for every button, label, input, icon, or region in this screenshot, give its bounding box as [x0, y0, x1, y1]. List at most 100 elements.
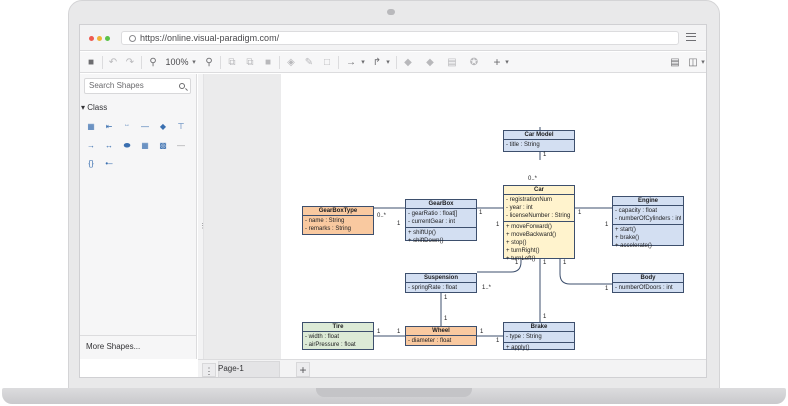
site-info-icon[interactable] — [129, 35, 136, 42]
diagram-canvas[interactable]: Car Model - title : String Car - registr… — [281, 74, 706, 359]
realization-shape-icon[interactable]: •– — [102, 158, 116, 170]
anchor-shape-icon[interactable]: — — [174, 140, 188, 152]
shadow-icon[interactable]: □ — [320, 55, 334, 70]
insert-dropdown-icon[interactable]: ▾ — [503, 55, 511, 70]
class-engine[interactable]: Engine - capacity : float - numberOfCyli… — [612, 196, 684, 249]
zoom-level[interactable]: 100% — [164, 55, 190, 70]
line-color-icon[interactable]: ✎ — [302, 55, 316, 70]
class-name: GearBoxType — [303, 207, 373, 216]
screen: https://online.visual-paradigm.com/ ■ ↶ … — [79, 24, 707, 378]
shapes-panel: Search Shapes ▾ Class ▦ ⇤ ↔ — ◆ ⊤ → ↔ ⬬ … — [80, 74, 197, 359]
multiplicity-label: 0..* — [377, 213, 387, 219]
zoom-in-icon[interactable]: ⚲ — [202, 55, 216, 70]
class-car-model[interactable]: Car Model - title : String — [503, 130, 575, 152]
maximize-window-icon[interactable] — [105, 36, 110, 41]
class-brake[interactable]: Brake - type : String + apply() — [503, 322, 575, 351]
connector-dropdown-icon[interactable]: ▾ — [359, 55, 367, 70]
zoom-dropdown-icon[interactable]: ▾ — [190, 55, 198, 70]
class-attribute: - airPressure : float — [305, 342, 356, 348]
class-gearbox-type[interactable]: GearBoxType - name : String - remarks : … — [302, 206, 374, 235]
class-name: Suspension — [406, 274, 476, 283]
line-shape-icon[interactable]: — — [138, 121, 152, 133]
class-operation: + stop() — [506, 240, 527, 246]
class-name: GearBox — [406, 200, 476, 209]
arrange-icon[interactable]: ◆ — [401, 55, 415, 70]
class-operation: + brake() — [615, 235, 640, 241]
class-attribute: - springRate : float — [408, 285, 458, 291]
multiplicity-label: 1 — [444, 295, 448, 301]
multiplicity-label: 0..* — [528, 176, 538, 182]
class-name: Wheel — [406, 327, 476, 336]
zoom-out-icon[interactable]: ⚲ — [146, 55, 160, 70]
association-shape-icon[interactable]: ↔ — [120, 119, 134, 131]
class-tire[interactable]: Tire - width : float - airPressure : flo… — [302, 322, 374, 350]
class-suspension[interactable]: Suspension - springRate : float — [405, 273, 477, 293]
multiplicity-label: 1 — [543, 152, 547, 158]
class-attribute: - title : String — [506, 142, 540, 148]
search-icon[interactable] — [179, 83, 185, 89]
class-shape-icon[interactable]: ▦ — [84, 121, 98, 133]
save-icon[interactable]: ■ — [84, 55, 98, 70]
generalization-shape-icon[interactable]: ⇤ — [102, 121, 116, 133]
class-name: Body — [613, 274, 683, 283]
page-tab-label: Page-1 — [218, 364, 244, 373]
paste-icon[interactable]: ⧉ — [243, 55, 257, 70]
add-page-button[interactable]: + — [296, 362, 310, 377]
search-placeholder: Search Shapes — [89, 81, 144, 90]
align-icon[interactable]: ▤ — [445, 55, 459, 70]
aggregation-shape-icon[interactable]: → — [84, 140, 98, 152]
composition-shape-icon[interactable]: ↔ — [102, 140, 116, 152]
class-name: Car Model — [504, 131, 574, 140]
class-gearbox[interactable]: GearBox - gearRatio : float[] - currentG… — [405, 199, 477, 244]
more-shapes-label: More Shapes... — [86, 342, 141, 351]
multiplicity-label: 1 — [543, 260, 547, 266]
insert-icon[interactable]: + — [490, 55, 504, 70]
template-shape-icon[interactable]: {} — [84, 158, 98, 170]
class-attribute: - year : int — [506, 205, 533, 211]
layout-dropdown-icon[interactable]: ▾ — [699, 55, 706, 70]
undo-icon[interactable]: ↶ — [106, 55, 120, 70]
class-name: Car — [504, 186, 574, 195]
minimize-window-icon[interactable] — [97, 36, 102, 41]
page-menu-icon[interactable]: ⋮ — [202, 363, 216, 377]
class-wheel[interactable]: Wheel - diameter : float — [405, 326, 477, 346]
class-attribute: - width : float — [305, 334, 340, 340]
redo-icon[interactable]: ↷ — [123, 55, 137, 70]
distribute-icon[interactable]: ✪ — [467, 55, 481, 70]
address-bar[interactable]: https://online.visual-paradigm.com/ — [121, 31, 679, 45]
class-operation: + shiftDown() — [408, 238, 444, 244]
more-shapes-button[interactable]: More Shapes... — [80, 335, 196, 359]
class-section-label: Class — [87, 103, 108, 112]
multiplicity-label: 1 — [479, 210, 483, 216]
format-panel-icon[interactable]: ▤ — [668, 55, 682, 70]
interface-shape-icon[interactable]: ◆ — [156, 121, 170, 133]
fill-color-icon[interactable]: ◈ — [284, 55, 298, 70]
connector-icon[interactable]: → — [343, 55, 359, 70]
class-operation: + start() — [615, 227, 636, 233]
copy-icon[interactable]: ⧉ — [225, 55, 239, 70]
class-operation: + moveBackward() — [506, 232, 557, 238]
class-attribute: - name : String — [305, 218, 345, 224]
hamburger-menu-icon[interactable] — [686, 33, 696, 41]
package-shape-icon[interactable]: ▦ — [138, 140, 152, 152]
enum-shape-icon[interactable]: ⬬ — [120, 140, 134, 152]
note-shape-icon[interactable]: ▩ — [156, 140, 170, 152]
class-car[interactable]: Car - registrationNum - year : int - lic… — [503, 185, 575, 262]
class-name: Engine — [613, 197, 683, 206]
browser-bar: https://online.visual-paradigm.com/ — [80, 25, 706, 51]
waypoint-dropdown-icon[interactable]: ▾ — [384, 55, 392, 70]
camera-icon — [387, 9, 395, 15]
class-operation: + apply() — [506, 345, 530, 351]
multiplicity-label: 1 — [444, 316, 448, 322]
search-shapes-input[interactable]: Search Shapes — [84, 78, 191, 94]
layers-icon[interactable]: ◆ — [423, 55, 437, 70]
class-attribute: - licenseNumber : String — [506, 213, 571, 219]
class-section-header[interactable]: ▾ Class — [81, 103, 107, 112]
delete-icon[interactable]: ■ — [261, 55, 275, 70]
layout-icon[interactable]: ◫ — [686, 55, 700, 70]
class-body[interactable]: Body - numberOfDoors : int — [612, 273, 684, 293]
close-window-icon[interactable] — [89, 36, 94, 41]
dependency-shape-icon[interactable]: ⊤ — [174, 121, 188, 133]
waypoint-icon[interactable]: ↱ — [370, 55, 384, 70]
multiplicity-label: 1..* — [482, 285, 492, 291]
